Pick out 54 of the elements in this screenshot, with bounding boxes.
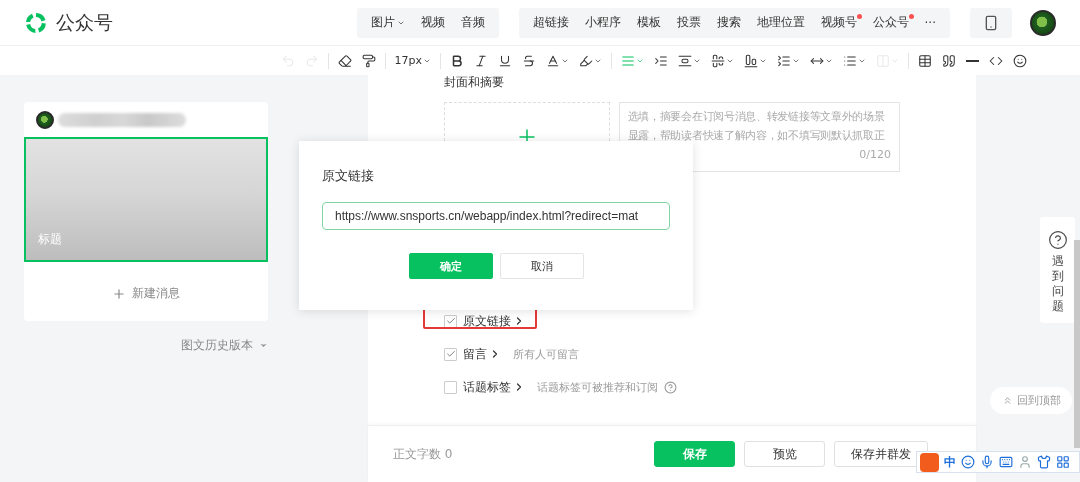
dialog-button[interactable]: 取消 <box>499 253 584 279</box>
insert-menu-item[interactable]: 视频号 <box>812 7 865 38</box>
checkbox[interactable] <box>444 347 457 361</box>
help-tab[interactable]: 遇到问题 <box>1040 217 1075 323</box>
dialog-title: 原文链接 <box>322 167 375 185</box>
option-link[interactable]: 原文链接 <box>463 312 525 330</box>
insert-menu-item[interactable]: 搜索 <box>708 7 749 38</box>
check-icon <box>445 349 456 359</box>
section-heading: 封面和摘要 <box>444 74 505 91</box>
insert-menu-item[interactable]: 地理位置 <box>748 7 813 38</box>
insert-menu-item[interactable]: 公众号 <box>864 7 917 38</box>
insert-menu-item[interactable]: 视频 <box>412 7 453 38</box>
scrollbar[interactable] <box>1074 240 1080 448</box>
url-input[interactable]: https://www.snsports.cn/webapp/index.html?redirect=mat <box>322 202 670 230</box>
emoji-icon[interactable] <box>961 455 975 469</box>
checkbox[interactable] <box>444 314 457 328</box>
help-icon <box>1047 230 1068 250</box>
footer-button[interactable]: 预览 <box>744 441 825 467</box>
avatar <box>36 110 54 129</box>
app-name: 公众号 <box>56 9 113 35</box>
char-counter: 0/120 <box>859 148 891 161</box>
insert-menu-item[interactable]: ··· <box>916 7 944 38</box>
notification-dot <box>856 13 862 19</box>
mobile-preview-button[interactable] <box>970 7 1012 38</box>
shirt-icon[interactable] <box>1037 455 1051 469</box>
grid-icon[interactable] <box>1056 455 1070 469</box>
word-count: 正文字数 0 <box>393 445 454 463</box>
logo-icon <box>24 10 48 35</box>
option-link[interactable]: 话题标签 <box>463 378 525 396</box>
ime-mode[interactable]: 中 <box>944 453 956 471</box>
insert-menu-item[interactable]: 超链接 <box>524 7 577 38</box>
insert-menu-item[interactable]: 图片 <box>362 7 413 38</box>
insert-menu-item[interactable]: 音频 <box>452 7 493 38</box>
help-icon[interactable] <box>664 380 677 394</box>
summary-placeholder: 选填，摘要会在订阅号消息、转发链接等文章外的场景显露，帮助读者快速了解内容，如不填写则默认抓取正 <box>627 109 886 143</box>
phone-icon <box>983 14 999 31</box>
avatar[interactable] <box>1030 9 1056 36</box>
insert-menu-item[interactable]: 模板 <box>628 7 669 38</box>
caret-icon <box>259 341 268 350</box>
new-message-button[interactable]: 新建消息 <box>106 284 186 303</box>
ime-logo-icon[interactable] <box>920 452 939 472</box>
plus-icon <box>112 286 126 301</box>
option-link[interactable]: 留言 <box>463 345 501 363</box>
insert-menu-item[interactable]: 小程序 <box>576 7 629 38</box>
microphone-icon[interactable] <box>980 455 994 469</box>
font-size-select[interactable]: 17px <box>389 48 436 73</box>
check-icon <box>445 316 456 326</box>
keyboard-icon[interactable] <box>999 455 1013 469</box>
option-hint: 所有人可留言 <box>513 346 579 362</box>
option-hint: 话题标签可被推荐和订阅 <box>537 379 658 395</box>
footer-button[interactable]: 保存并群发 <box>834 441 928 467</box>
insert-menu-item[interactable]: 投票 <box>668 7 709 38</box>
checkbox[interactable] <box>444 380 457 394</box>
notification-dot <box>908 13 914 19</box>
